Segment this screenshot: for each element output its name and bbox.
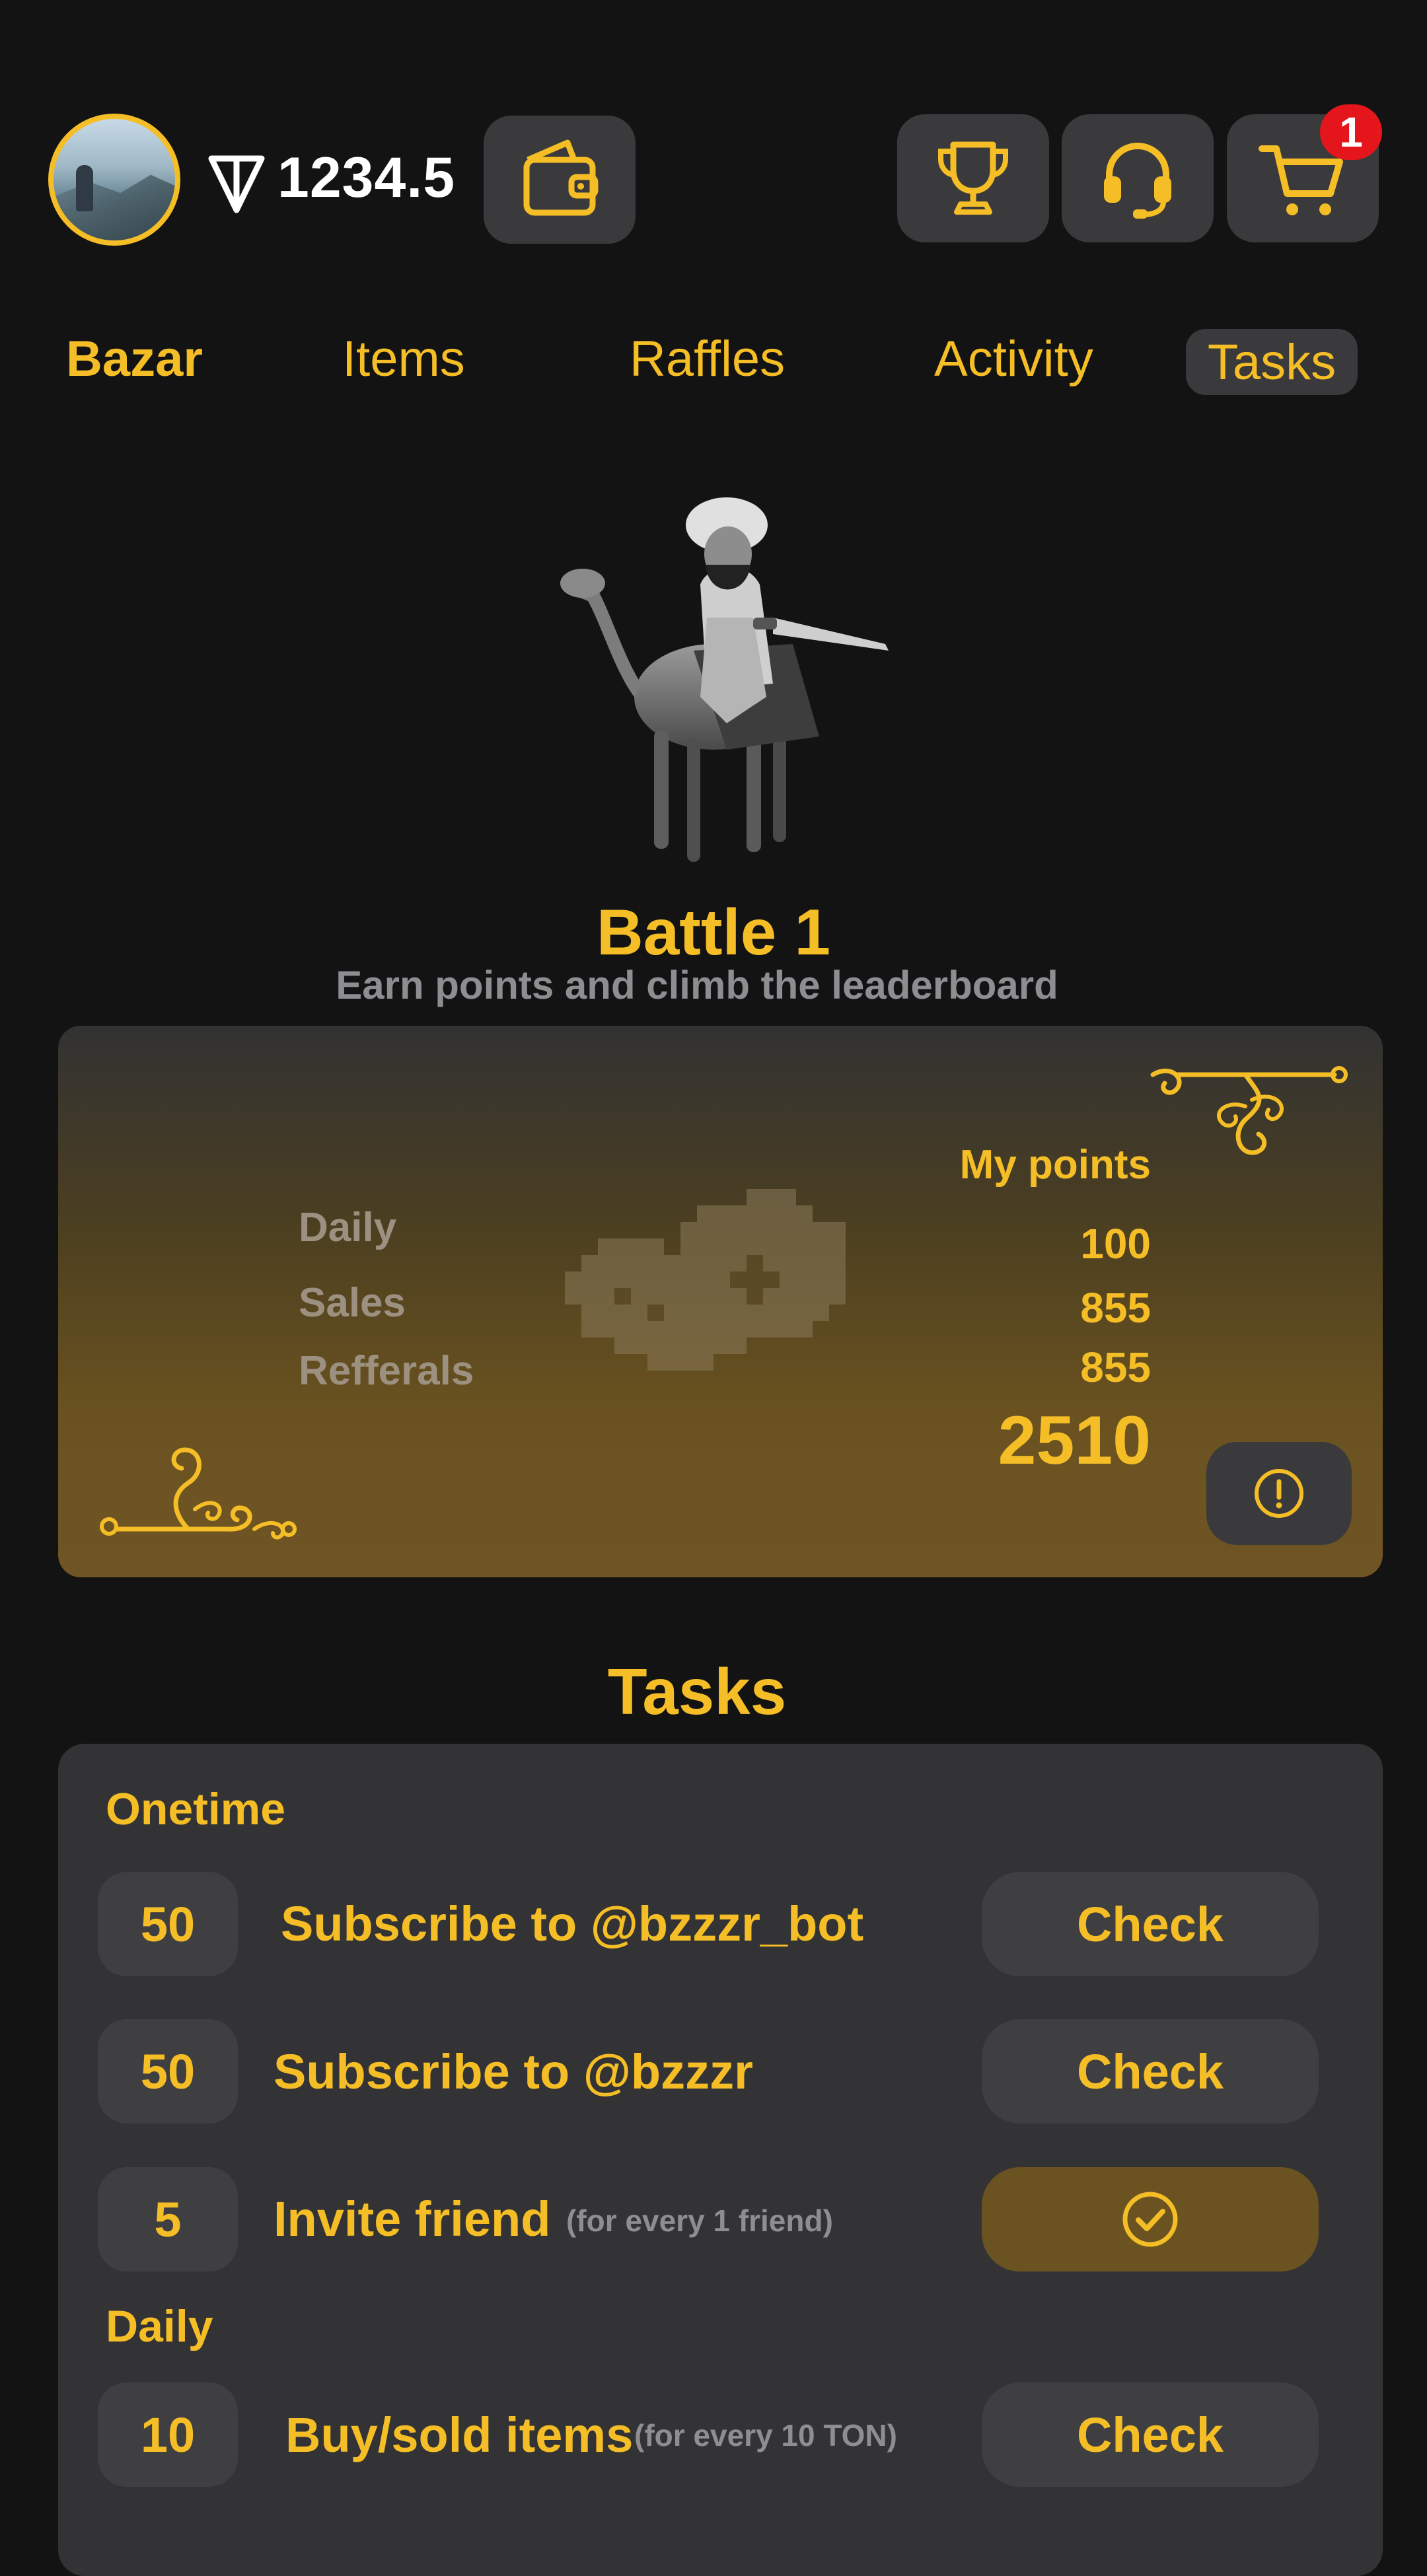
task-check-button[interactable]: Check	[982, 2019, 1319, 2124]
tab-tasks[interactable]: Tasks	[1186, 329, 1358, 395]
ornament-top-right	[1150, 1066, 1348, 1155]
pixel-heart-logo	[565, 1189, 846, 1371]
points-value-referrals: 855	[1080, 1343, 1151, 1391]
tab-raffles[interactable]: Raffles	[630, 330, 785, 388]
wallet-icon	[523, 139, 599, 216]
ton-icon	[208, 155, 265, 213]
cart-count-badge: 1	[1320, 104, 1382, 160]
tab-activity[interactable]: Activity	[934, 330, 1093, 388]
ton-balance: 1234.5	[277, 146, 456, 209]
points-label-sales: Sales	[299, 1280, 406, 1326]
task-name: Buy/sold items	[285, 2408, 634, 2462]
task-check-button[interactable]: Check	[982, 2382, 1319, 2487]
points-value-daily: 100	[1080, 1220, 1151, 1268]
task-check-button[interactable]: Check	[982, 1872, 1319, 1976]
avatar-landscape	[54, 174, 175, 240]
task-note: (for every 1 friend)	[566, 2203, 833, 2238]
task-name: Subscribe to @bzzzr_bot	[281, 1896, 864, 1951]
avatar[interactable]	[48, 114, 180, 246]
battle-subtitle: Earn points and climb the leaderboard	[336, 963, 1058, 1007]
support-button[interactable]	[1062, 114, 1214, 242]
task-points-badge: 10	[98, 2382, 238, 2487]
task-completed-button	[982, 2167, 1319, 2272]
ornament-bottom-left	[100, 1447, 297, 1540]
avatar-person	[76, 165, 93, 211]
tab-bazar[interactable]: Bazar	[66, 330, 203, 388]
task-points-badge: 5	[98, 2167, 238, 2272]
tasks-heading: Tasks	[607, 1655, 787, 1728]
trophy-icon	[938, 141, 1008, 215]
camel-rider-illustration	[560, 497, 889, 862]
headset-icon	[1104, 142, 1171, 219]
points-info-button[interactable]	[1206, 1442, 1352, 1545]
task-note: (for every 10 TON)	[634, 2418, 897, 2452]
points-label-referrals: Refferals	[299, 1348, 474, 1394]
my-points-label: My points	[959, 1142, 1151, 1188]
checkmark-circle-icon	[1122, 2192, 1178, 2247]
task-points-badge: 50	[98, 2019, 238, 2124]
battle-title: Battle 1	[596, 896, 830, 968]
points-label-daily: Daily	[299, 1205, 397, 1250]
leaderboard-button[interactable]	[897, 114, 1049, 242]
points-value-sales: 855	[1080, 1284, 1151, 1332]
section-label-daily: Daily	[106, 2301, 213, 2351]
wallet-button[interactable]	[484, 116, 636, 244]
tab-items[interactable]: Items	[342, 330, 465, 388]
points-total: 2510	[998, 1402, 1151, 1479]
info-icon	[1255, 1469, 1303, 1518]
section-label-onetime: Onetime	[106, 1784, 286, 1834]
task-points-badge: 50	[98, 1872, 238, 1976]
task-name: Subscribe to @bzzzr	[274, 2044, 753, 2099]
task-name: Invite friend	[274, 2192, 551, 2246]
